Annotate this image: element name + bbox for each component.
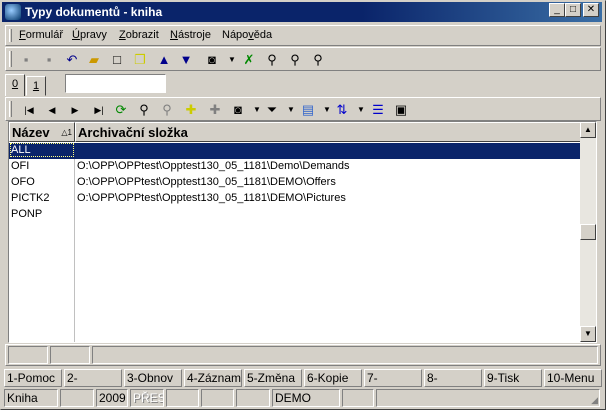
export-icon[interactable]: ▣ — [393, 102, 409, 118]
menu-nastroje[interactable]: Nástroje — [170, 29, 211, 41]
status-bar: Kniha 2009 PŘES DEMO ◢ — [4, 389, 602, 408]
toolbar-grip[interactable] — [9, 101, 12, 117]
move-down-icon[interactable]: ▼ — [178, 52, 194, 68]
menu-upravy[interactable]: Úpravy — [72, 29, 107, 41]
fkey-4[interactable]: 4-Záznam — [184, 369, 242, 387]
app-icon — [5, 4, 21, 20]
copy-icon[interactable]: ❐ — [132, 52, 148, 68]
function-key-bar: 1-Pomoc 2- 3-Obnov 4-Záznam 5-Změna 6-Ko… — [4, 369, 602, 388]
resize-grip-icon[interactable]: ◢ — [591, 395, 598, 406]
status-form: Kniha — [4, 389, 58, 407]
toolbar-grip[interactable] — [9, 51, 12, 67]
dropdown-arrow-icon[interactable]: ▼ — [224, 52, 240, 68]
scroll-thumb[interactable] — [580, 224, 596, 240]
maximize-button[interactable]: □ — [565, 3, 581, 17]
refresh-icon[interactable]: ⟳ — [113, 102, 129, 118]
status-cell — [201, 389, 234, 407]
menu-formular[interactable]: Formulář — [19, 29, 63, 41]
fkey-7[interactable]: 7- — [364, 369, 422, 387]
status-cell — [342, 389, 374, 407]
sort-icon[interactable]: ⇅ — [334, 102, 350, 118]
title-bar: Typy dokumentů - kniha — [2, 2, 602, 22]
open-folder-icon[interactable]: ▰ — [86, 52, 102, 68]
filter-icon[interactable]: ⏷ — [264, 102, 280, 118]
scroll-down-icon[interactable]: ▼ — [580, 326, 596, 342]
info-cell — [8, 346, 48, 364]
tab-1[interactable]: 1 — [26, 76, 46, 96]
columns-icon[interactable]: ▤ — [300, 102, 316, 118]
dropdown-arrow-icon[interactable]: ▼ — [249, 102, 265, 118]
grid-toolbar: |◀ ◀ ▶ ▶| ⟳ ⚲ ⚲ ✚ ✚ ◙ ▼ ⏷ ▼ ▤ ▼ ⇅ ▼ ☰ ▣ — [5, 97, 601, 121]
fkey-8[interactable]: 8- — [424, 369, 482, 387]
fkey-6[interactable]: 6-Kopie — [304, 369, 362, 387]
info-cell — [50, 346, 90, 364]
grid-header: Název △1 Archivační složka — [9, 122, 581, 142]
status-overwrite: PŘES — [130, 389, 164, 407]
find-icon[interactable]: ⚲ — [136, 102, 152, 118]
first-record-icon[interactable]: |◀ — [21, 102, 37, 118]
table-row[interactable]: PONP — [9, 207, 581, 223]
prev-record-icon[interactable]: ◀ — [44, 102, 60, 118]
tab-input[interactable] — [65, 74, 166, 93]
table-row[interactable]: OFO O:\OPP\OPPtest\Opptest130_05_1181\DEM… — [9, 175, 581, 191]
data-grid: Název △1 Archivační složka ALL OFI O:\OPP\… — [8, 121, 597, 343]
find-disabled-icon: ⚲ — [162, 102, 172, 117]
scroll-up-icon[interactable]: ▲ — [580, 122, 596, 138]
camera-icon[interactable]: ◙ — [230, 102, 246, 118]
save-as-icon[interactable]: ▪ — [41, 52, 57, 68]
tab-0[interactable]: 0 — [5, 74, 25, 96]
fkey-1[interactable]: 1-Pomoc — [4, 369, 62, 387]
table-row[interactable]: ALL — [9, 143, 581, 159]
dropdown-arrow-icon[interactable]: ▼ — [283, 102, 299, 118]
find-prev-icon[interactable]: ⚲ — [310, 52, 326, 68]
menu-zobrazit[interactable]: Zobrazit — [119, 29, 159, 41]
fkey-2[interactable]: 2- — [64, 369, 122, 387]
menu-grip[interactable] — [9, 29, 12, 42]
dropdown-arrow-icon[interactable]: ▼ — [353, 102, 369, 118]
table-row[interactable]: OFI O:\OPP\OPPtest\Opptest130_05_1181\Dem… — [9, 159, 581, 175]
fkey-10[interactable]: 10-Menu — [544, 369, 602, 387]
status-cell — [376, 389, 600, 407]
status-cell — [236, 389, 270, 407]
find-next-icon[interactable]: ⚲ — [287, 52, 303, 68]
status-cell — [166, 389, 199, 407]
next-record-icon[interactable]: ▶ — [67, 102, 83, 118]
info-panel — [5, 344, 601, 366]
undo-icon[interactable]: ↶ — [64, 52, 80, 68]
main-toolbar: ▪ ▪ ↶ ▰ □ ❐ ▲ ▼ ◙ ▼ ✗ ⚲ ⚲ ⚲ — [5, 47, 601, 71]
column-header-archivacni-slozka[interactable]: Archivační složka — [75, 122, 581, 142]
close-button[interactable]: ✕ — [583, 3, 599, 17]
minimize-button[interactable]: _ — [549, 3, 565, 17]
new-document-icon[interactable]: □ — [109, 52, 125, 68]
info-cell — [92, 346, 598, 364]
status-database: DEMO — [272, 389, 340, 407]
fkey-9[interactable]: 9-Tisk — [484, 369, 542, 387]
find-icon[interactable]: ⚲ — [264, 52, 280, 68]
save-icon[interactable]: ▪ — [18, 52, 34, 68]
menu-bar: Formulář Úpravy Zobrazit Nástroje Nápově… — [5, 25, 601, 46]
tree-icon[interactable]: ☰ — [370, 102, 386, 118]
camera-icon[interactable]: ◙ — [204, 52, 220, 68]
delete-record-icon: ✚ — [209, 102, 221, 117]
sort-ascending-icon: △1 — [61, 128, 72, 137]
fkey-5[interactable]: 5-Změna — [244, 369, 302, 387]
table-row[interactable]: PICTK2 O:\OPP\OPPtest\Opptest130_05_1181\… — [9, 191, 581, 207]
move-up-icon[interactable]: ▲ — [156, 52, 172, 68]
column-header-nazev[interactable]: Název △1 — [9, 122, 75, 142]
window-title: Typy dokumentů - kniha — [25, 5, 163, 19]
status-year: 2009 — [96, 389, 128, 407]
vertical-scrollbar[interactable]: ▲ ▼ — [580, 122, 596, 342]
last-record-icon[interactable]: ▶| — [91, 102, 107, 118]
excel-export-icon[interactable]: ✗ — [241, 52, 257, 68]
column-divider — [74, 223, 75, 342]
dropdown-arrow-icon[interactable]: ▼ — [319, 102, 335, 118]
menu-napoveda[interactable]: Nápověda — [222, 29, 272, 41]
status-cell — [60, 389, 94, 407]
add-record-icon[interactable]: ✚ — [183, 102, 199, 118]
fkey-3[interactable]: 3-Obnov — [124, 369, 182, 387]
